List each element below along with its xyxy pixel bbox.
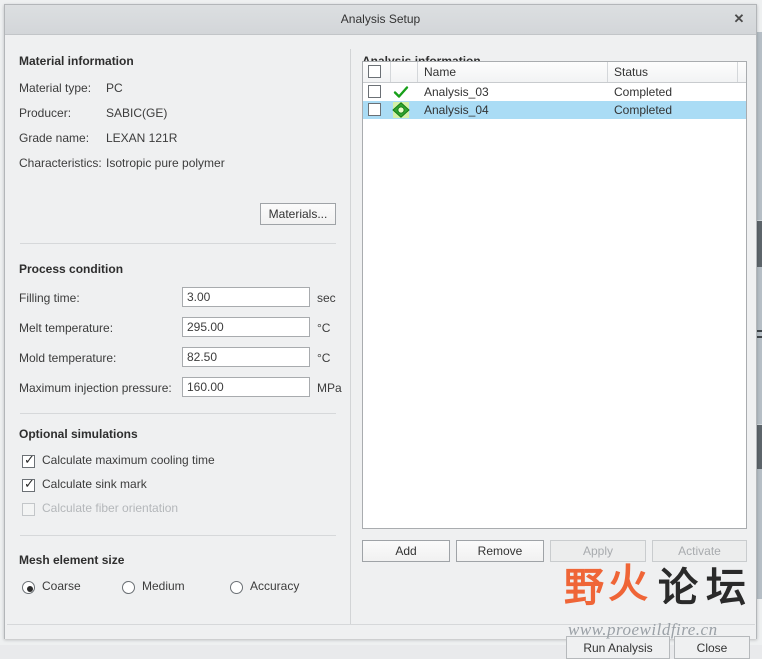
- radio-label: Accuracy: [250, 579, 300, 593]
- left-pane: Material information Material type: PC P…: [5, 35, 350, 639]
- producer-value: SABIC(GE): [106, 106, 168, 120]
- filling-time-unit: sec: [317, 291, 336, 305]
- dialog-titlebar[interactable]: Analysis Setup ✕: [5, 5, 756, 35]
- add-button[interactable]: Add: [362, 540, 450, 562]
- activate-button: Activate: [652, 540, 747, 562]
- melt-temperature-unit: °C: [317, 321, 331, 335]
- table-header-spacer: [738, 62, 746, 82]
- material-type-value: PC: [106, 81, 123, 95]
- producer-label: Producer:: [19, 106, 72, 120]
- checkbox-box: [22, 503, 35, 516]
- material-information-heading: Material information: [19, 54, 134, 68]
- filling-time-label: Filling time:: [19, 291, 80, 305]
- table-row[interactable]: Analysis_04 Completed: [363, 101, 746, 119]
- melt-temperature-input[interactable]: [182, 317, 310, 337]
- maximum-injection-pressure-label: Maximum injection pressure:: [19, 381, 172, 395]
- table-header-status[interactable]: Status: [608, 62, 738, 82]
- check-icon: ✓: [24, 476, 35, 491]
- dialog-body: Material information Material type: PC P…: [5, 35, 758, 659]
- dialog-title: Analysis Setup: [340, 12, 421, 26]
- green-diamond-icon: [391, 101, 411, 119]
- mold-temperature-label: Mold temperature:: [19, 351, 117, 365]
- radio-label: Coarse: [42, 579, 81, 593]
- row-status: Completed: [614, 103, 673, 117]
- green-check-icon: [391, 83, 411, 101]
- characteristics-value: Isotropic pure polymer: [106, 156, 225, 170]
- radio-button[interactable]: [122, 581, 135, 594]
- apply-button: Apply: [550, 540, 646, 562]
- row-status: Completed: [614, 85, 673, 99]
- table-header-status-icon: [391, 62, 418, 82]
- table-header-name[interactable]: Name: [418, 62, 608, 82]
- mesh-element-size-heading: Mesh element size: [19, 553, 125, 567]
- checkbox-box[interactable]: ✓: [22, 476, 35, 492]
- analysis-table[interactable]: Name Status Analysis_03 Completed Analys…: [362, 61, 747, 529]
- close-icon[interactable]: ✕: [728, 9, 750, 29]
- radio-button[interactable]: [22, 581, 35, 594]
- mold-temperature-unit: °C: [317, 351, 331, 365]
- table-row[interactable]: Analysis_03 Completed: [363, 83, 746, 101]
- process-condition-heading: Process condition: [19, 262, 124, 276]
- table-header-row: Name Status: [363, 62, 746, 83]
- divider-1: [20, 243, 336, 244]
- filling-time-input[interactable]: [182, 287, 310, 307]
- checkbox-label: Calculate sink mark: [42, 477, 147, 491]
- mold-temperature-input[interactable]: [182, 347, 310, 367]
- run-analysis-button[interactable]: Run Analysis: [566, 636, 670, 659]
- row-checkbox[interactable]: [368, 85, 381, 98]
- divider-2: [20, 413, 336, 414]
- radio-button[interactable]: [230, 581, 243, 594]
- analysis-setup-dialog: Analysis Setup ✕ Material information Ma…: [4, 4, 758, 659]
- select-all-checkbox[interactable]: [368, 65, 381, 78]
- row-checkbox[interactable]: [368, 103, 381, 116]
- grade-name-label: Grade name:: [19, 131, 90, 145]
- maximum-injection-pressure-unit: MPa: [317, 381, 342, 395]
- row-name: Analysis_03: [424, 85, 489, 99]
- divider-3: [20, 535, 336, 536]
- optional-simulations-heading: Optional simulations: [19, 427, 138, 441]
- table-header-select-all[interactable]: [363, 62, 391, 82]
- checkbox-label: Calculate fiber orientation: [42, 501, 179, 515]
- melt-temperature-label: Melt temperature:: [19, 321, 114, 335]
- footer-divider: [7, 624, 755, 625]
- right-pane: Analysis information Name Status: [351, 35, 758, 639]
- row-name: Analysis_04: [424, 103, 489, 117]
- close-button[interactable]: Close: [674, 636, 750, 659]
- radio-label: Medium: [142, 579, 185, 593]
- checkbox-label: Calculate maximum cooling time: [42, 453, 215, 467]
- grade-name-value: LEXAN 121R: [106, 131, 178, 145]
- row-select-cell[interactable]: [363, 83, 391, 101]
- checkbox-box[interactable]: ✓: [22, 452, 35, 468]
- remove-button[interactable]: Remove: [456, 540, 544, 562]
- materials-button[interactable]: Materials...: [260, 203, 336, 225]
- material-type-label: Material type:: [19, 81, 92, 95]
- characteristics-label: Characteristics:: [19, 156, 102, 170]
- row-select-cell[interactable]: [363, 101, 391, 119]
- maximum-injection-pressure-input[interactable]: [182, 377, 310, 397]
- radio-dot: [26, 585, 33, 592]
- check-icon: ✓: [24, 452, 35, 467]
